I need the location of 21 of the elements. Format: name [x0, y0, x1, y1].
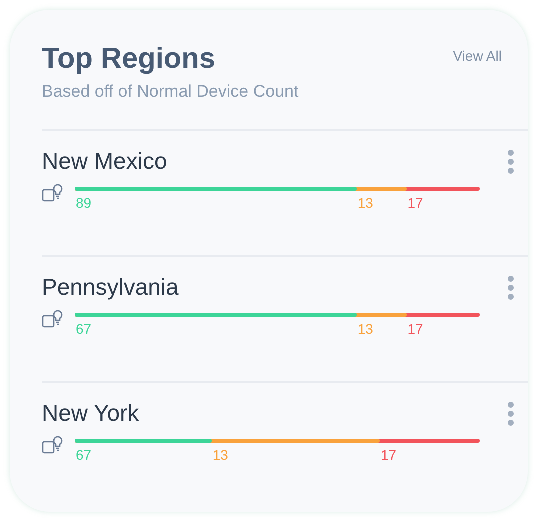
more-options-icon[interactable] [508, 402, 514, 426]
segment-value: 17 [406, 195, 424, 211]
card-title: Top Regions [42, 42, 216, 76]
segment-value: 67 [75, 321, 92, 337]
card-subtitle: Based off of Normal Device Count [42, 82, 299, 102]
more-options-icon[interactable] [508, 276, 514, 300]
region-name: New York [42, 400, 140, 427]
view-all-link[interactable]: View All [453, 48, 502, 64]
segment-value: 13 [356, 195, 374, 211]
segment-value: 67 [75, 447, 92, 463]
device-bulb-icon [42, 183, 64, 203]
segment-value: 17 [380, 447, 397, 463]
segment-value: 89 [75, 195, 92, 211]
segment-value: 17 [406, 321, 424, 337]
device-bulb-icon [42, 309, 64, 329]
region-name: New Mexico [42, 148, 168, 175]
device-bulb-icon [42, 435, 64, 455]
more-options-icon[interactable] [508, 150, 514, 174]
region-name: Pennsylvania [42, 274, 179, 301]
segment-value: 13 [212, 447, 228, 463]
segment-value: 13 [356, 321, 374, 337]
